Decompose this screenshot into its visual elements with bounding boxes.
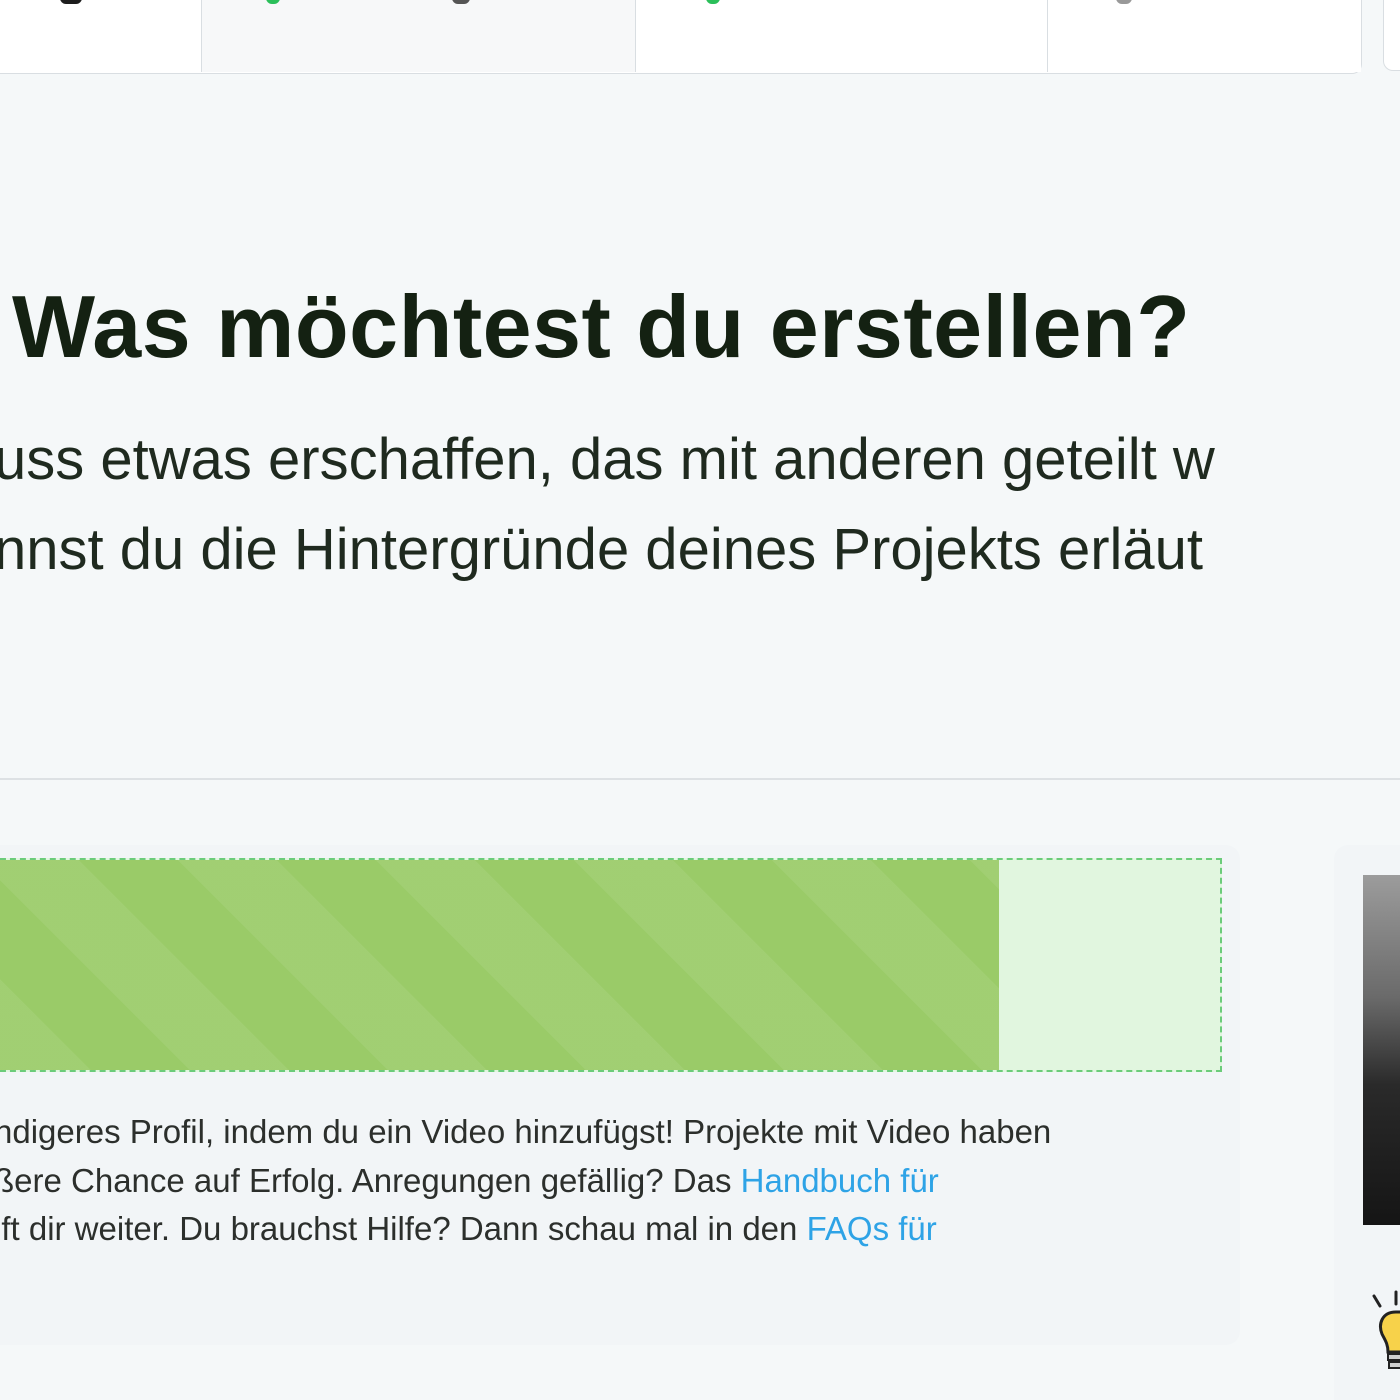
step-tab-1[interactable]	[0, 0, 201, 72]
check-icon	[706, 0, 720, 4]
video-tip-text: ndigeres Profil, indem du ein Video hinz…	[0, 1108, 1214, 1254]
lightbulb-icon	[1372, 1290, 1400, 1369]
tab-label-fragment	[452, 0, 470, 4]
handbook-link[interactable]: Handbuch für	[741, 1162, 939, 1199]
page: Was möchtest du erstellen? uss etwas ers…	[0, 0, 1400, 1400]
tip-line-3: lft dir weiter. Du brauchst Hilfe? Dann …	[0, 1210, 807, 1247]
step-tab-3[interactable]	[635, 0, 1047, 72]
tip-line-1: ndigeres Profil, indem du ein Video hinz…	[0, 1113, 1052, 1150]
step-tab-5[interactable]	[1383, 0, 1400, 71]
step-tab-bar	[0, 0, 1362, 74]
page-title: Was möchtest du erstellen?	[12, 277, 1191, 376]
intro-text-line-2: nnst du die Hintergründe deines Projekts…	[0, 517, 1204, 582]
progress-bar-fill	[0, 860, 999, 1070]
check-icon	[266, 0, 280, 4]
step-number-icon	[1116, 0, 1132, 4]
step-tab-2[interactable]	[201, 0, 635, 72]
tip-line-2: ßere Chance auf Erfolg. Anregungen gefäl…	[0, 1161, 741, 1199]
tab-label-fragment	[60, 0, 82, 4]
section-divider	[0, 778, 1400, 780]
faq-link[interactable]: FAQs für	[807, 1210, 937, 1247]
intro-text-line-1: uss etwas erschaffen, das mit anderen ge…	[0, 427, 1215, 492]
profile-progress-bar	[0, 858, 1222, 1072]
video-thumbnail[interactable]	[1363, 875, 1400, 1225]
step-tab-4[interactable]	[1047, 0, 1361, 72]
